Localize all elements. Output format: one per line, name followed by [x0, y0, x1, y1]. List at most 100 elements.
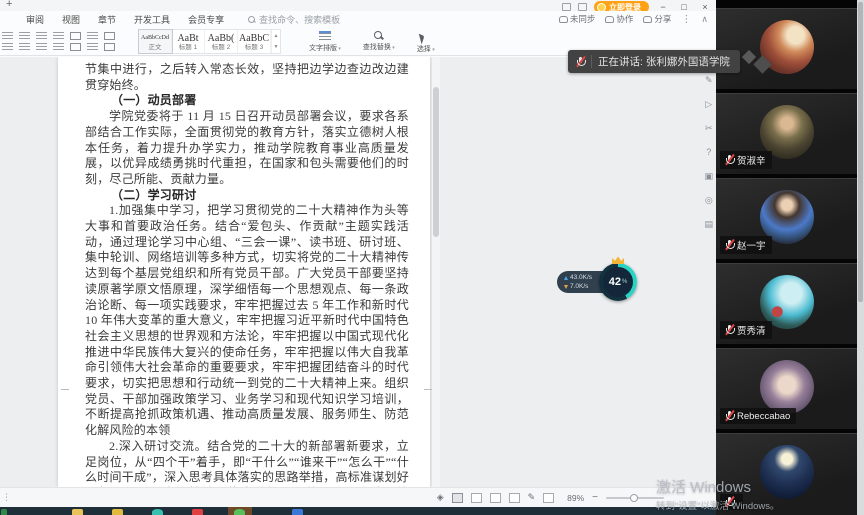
taskbar-icon[interactable]	[292, 509, 303, 515]
sort-icon[interactable]	[87, 32, 98, 40]
align-center-icon[interactable]	[19, 43, 30, 51]
cut-icon[interactable]: ✂	[705, 123, 713, 133]
screen: + 立即登录 − □ × 审阅 视图 章节 开发工具 会员专享 查找命令、搜索模	[0, 0, 864, 515]
scrollbar-thumb[interactable]	[858, 2, 863, 302]
bullet-list-icon[interactable]	[2, 32, 13, 40]
document-page[interactable]: 节集中进行，之后转入常态长效，坚持把边学边查边改边建贯穿始终。 （一）动员部署 …	[58, 57, 430, 487]
find-replace-icon	[373, 30, 385, 41]
participant-tile[interactable]: Rebeccabao	[716, 348, 857, 429]
participant-name: Rebeccabao	[737, 411, 790, 422]
upload-arrow-icon	[564, 276, 568, 280]
outline-view-button[interactable]	[490, 493, 501, 503]
menu-tab-view[interactable]: 视图	[62, 13, 80, 26]
menu-tab-member[interactable]: 会员专享	[188, 13, 224, 26]
shading-icon[interactable]	[87, 43, 98, 51]
more-icon[interactable]: ⋮	[681, 14, 691, 25]
status-more-icon[interactable]: ⋮	[2, 492, 11, 503]
participant-name-tag: 贾秀清	[720, 321, 772, 339]
participant-tile[interactable]: 赵一宇	[716, 178, 857, 259]
wps-window: + 立即登录 − □ × 审阅 视图 章节 开发工具 会员专享 查找命令、搜索模	[0, 0, 716, 507]
mic-muted-icon	[724, 496, 734, 508]
taskbar-icon[interactable]	[1, 509, 7, 515]
select-tool[interactable]: 选择	[417, 30, 435, 54]
page-margin-mark	[424, 389, 432, 390]
align-left-icon[interactable]	[2, 43, 13, 51]
participant-tile[interactable]: 贺淑辛	[716, 93, 857, 174]
split-view-icon[interactable]	[578, 3, 587, 11]
net-speed-widget[interactable]: 43.0K/s 7.0K/s 42%	[557, 262, 637, 307]
print-layout-view-button[interactable]	[452, 493, 463, 503]
collaborate-button[interactable]: 协作	[605, 13, 633, 25]
web-view-button[interactable]	[509, 493, 520, 503]
participant-tile[interactable]	[716, 433, 857, 515]
clear-format-icon[interactable]	[70, 32, 81, 40]
justify-icon[interactable]	[53, 43, 64, 51]
participant-name: 贾秀清	[737, 323, 766, 337]
scrollbar-thumb[interactable]	[433, 87, 439, 237]
numbered-list-icon[interactable]	[19, 32, 30, 40]
style-gallery-scroll[interactable]: ▲ ▼	[271, 30, 280, 53]
zoom-level: 89%	[562, 493, 584, 503]
line-spacing-icon[interactable]	[70, 43, 81, 51]
increase-indent-icon[interactable]	[53, 32, 64, 40]
style-heading2[interactable]: AaBb( 标题 2	[205, 30, 238, 53]
fit-page-button[interactable]	[543, 493, 554, 503]
text-layout-tool[interactable]: 文字排版	[309, 30, 341, 54]
find-replace-tool[interactable]: 查找替换	[363, 30, 395, 54]
participant-tile[interactable]: 贾秀清	[716, 263, 857, 344]
command-search-placeholder: 查找命令、搜索模板	[259, 13, 340, 26]
help-icon[interactable]: ?	[706, 147, 711, 157]
meeting-panel: 贺淑辛 赵一宇 贾秀清 Rebeccabao	[716, 0, 864, 515]
status-bar: ⋮ ◈ ✎ 89% −	[0, 487, 716, 507]
align-right-icon[interactable]	[36, 43, 47, 51]
style-heading3[interactable]: AaBbC 标题 3	[238, 30, 271, 53]
participant-name-tag: 赵一宇	[720, 236, 772, 254]
sync-status-button[interactable]: 未同步	[559, 13, 596, 25]
collaborate-icon	[605, 16, 614, 23]
image-icon[interactable]: ▣	[704, 171, 713, 181]
menu-tab-review[interactable]: 审阅	[26, 13, 44, 26]
show-marks-icon[interactable]	[104, 32, 115, 40]
boost-gauge[interactable]: 42%	[599, 263, 637, 301]
participant-name-tag: Rebeccabao	[720, 408, 796, 424]
new-tab-button[interactable]: +	[6, 0, 12, 10]
menu-tab-section[interactable]: 章节	[98, 13, 116, 26]
taskbar-icon[interactable]	[112, 509, 123, 515]
participant-name-tag	[720, 494, 743, 510]
download-arrow-icon	[564, 285, 568, 289]
style-heading1[interactable]: AaBt 标题 1	[172, 30, 205, 53]
document-scrollbar[interactable]	[432, 57, 440, 487]
command-search[interactable]: 查找命令、搜索模板	[248, 13, 340, 26]
zoom-out-button[interactable]: −	[592, 492, 598, 503]
participant-tile[interactable]	[716, 8, 857, 89]
participant-name-tag: 贺淑辛	[720, 151, 772, 169]
ink-icon[interactable]: ✎	[528, 492, 536, 503]
zoom-slider[interactable]	[606, 497, 664, 499]
read-mode-icon[interactable]: ▤	[704, 219, 713, 229]
menu-tab-devtools[interactable]: 开发工具	[134, 13, 170, 26]
taskbar-active-app[interactable]	[228, 507, 252, 515]
zoom-slider-knob[interactable]	[630, 494, 638, 502]
gallery-down-icon[interactable]: ▼	[274, 44, 279, 50]
border-icon[interactable]	[104, 43, 115, 51]
taskbar-icon[interactable]	[152, 509, 163, 515]
quick-actions: 未同步 协作 分享 ⋮ ∧	[559, 13, 708, 25]
gallery-up-icon[interactable]: ▲	[274, 33, 279, 39]
collapse-ribbon-icon[interactable]: ∧	[701, 14, 708, 25]
taskbar-icon[interactable]	[192, 509, 203, 515]
edit-pen-icon[interactable]: ✎	[705, 75, 713, 85]
interface-switch-icon[interactable]	[562, 3, 571, 11]
share-button[interactable]: 分享	[643, 13, 671, 25]
doc-assistant-icon[interactable]: ◈	[437, 492, 444, 503]
style-normal[interactable]: AaBbCcDd 正文	[139, 30, 172, 53]
document-workspace: 节集中进行，之后转入常态长效，坚持把边学边查边改边建贯穿始终。 （一）动员部署 …	[0, 57, 716, 487]
participants-scrollbar[interactable]	[857, 0, 864, 515]
select-arrow-icon[interactable]: ▷	[705, 99, 712, 109]
locate-icon[interactable]: ◎	[705, 195, 713, 205]
taskbar-icon[interactable]	[234, 509, 245, 515]
fullscreen-view-button[interactable]	[471, 493, 482, 503]
mic-muted-icon	[724, 239, 734, 251]
taskbar-icon-folder[interactable]	[72, 509, 83, 515]
decrease-indent-icon[interactable]	[36, 32, 47, 40]
mic-muted-icon	[575, 56, 585, 68]
